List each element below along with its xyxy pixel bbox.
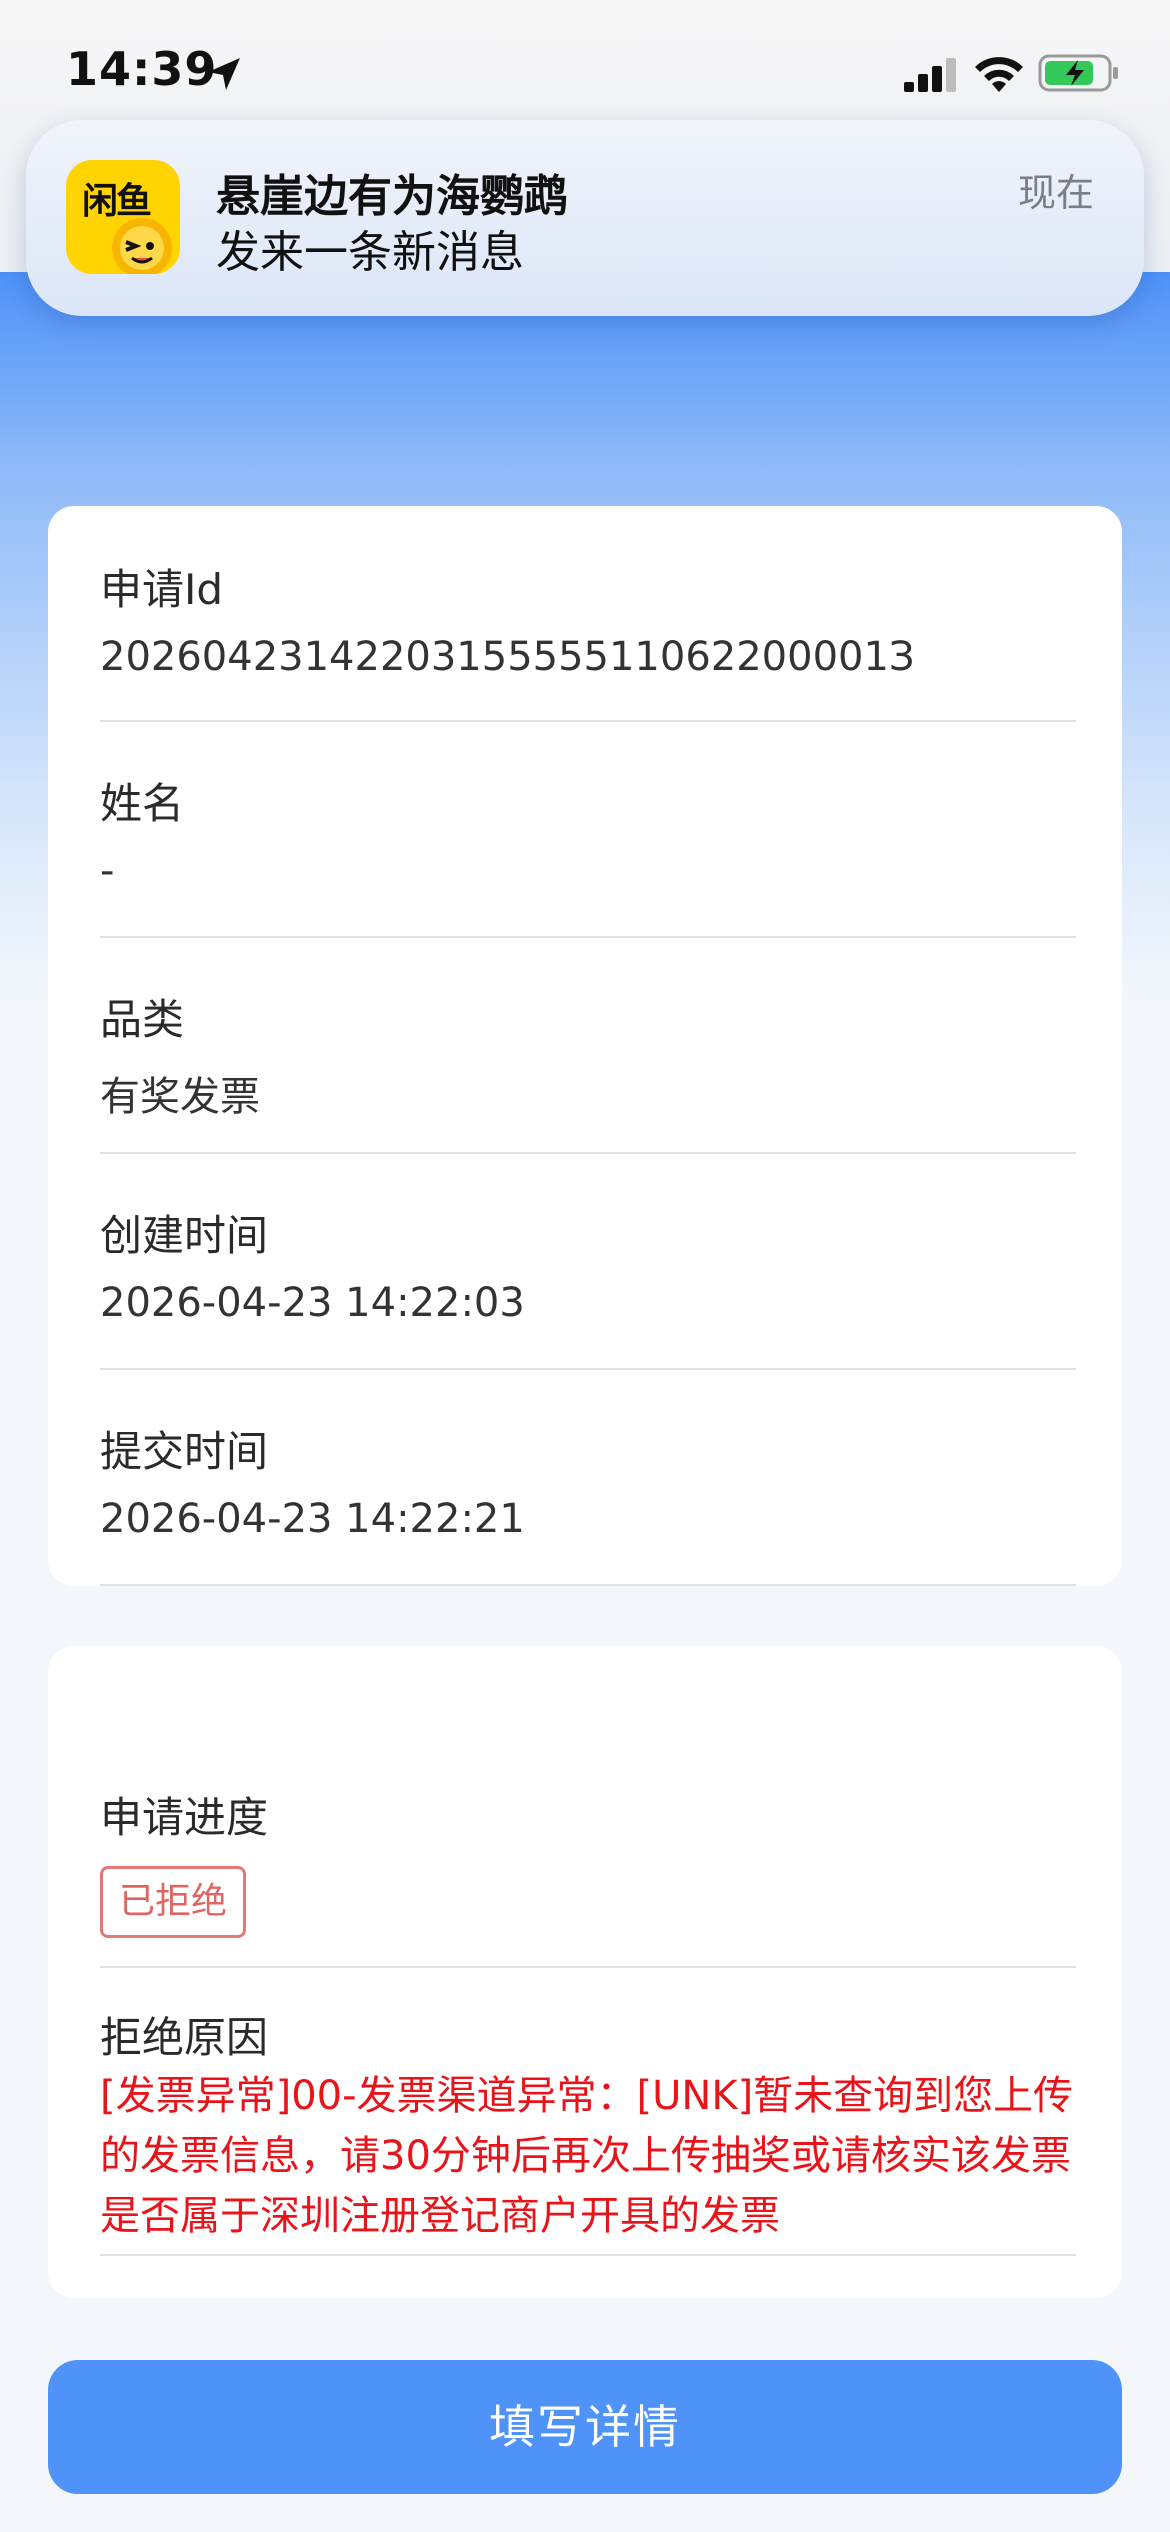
progress-label: 申请进度 [100,1793,269,1842]
fill-details-button[interactable]: 填写详情 [48,2360,1122,2494]
status-badge-rejected: 已拒绝 [100,1866,247,1938]
field-value: 2026-04-23 14:22:21 [100,1496,525,1542]
location-arrow-icon [208,58,240,90]
cellular-signal-icon [904,58,956,92]
field-progress: 申请进度 已拒绝 [100,1698,1076,1968]
field-name: 姓名 - [100,722,1076,938]
battery-charging-icon [1038,54,1118,92]
field-label: 品类 [100,995,185,1044]
field-value: 有奖发票 [100,1074,260,1120]
field-value: 2026042314220315555511062200001З [100,634,915,680]
notification-title: 悬崖边有为海鹦鹉 [216,171,568,222]
field-value: - [100,848,115,894]
field-label: 姓名 [100,779,185,828]
reject-reason-label: 拒绝原因 [100,2013,269,2062]
field-label: 申请Id [100,565,224,614]
notification-time: 现在 [1017,171,1094,215]
notification-banner[interactable]: 闲鱼 悬崖边有为海鹦鹉 发来一条新消息 现在 [26,120,1144,316]
reject-reason-text: [发票异常]00-发票渠道异常：[UNK]暂未查询到您上传的发票信息，请30分钟… [100,2073,1074,2239]
field-reject-reason: 拒绝原因 [发票异常]00-发票渠道异常：[UNK]暂未查询到您上传的发票信息，… [100,1968,1076,2256]
xianyu-app-icon: 闲鱼 [66,160,180,274]
field-application-id: 申请Id 2026042314220315555511062200001З [100,506,1076,722]
application-info-card: 申请Id 2026042314220315555511062200001З 姓名… [48,506,1122,1586]
notification-body: 发来一条新消息 [216,227,524,278]
status-bar: 14:39 [0,0,1170,120]
field-submitted-time: 提交时间 2026-04-23 14:22:21 [100,1370,1076,1586]
field-value: 2026-04-23 14:22:03 [100,1280,525,1326]
field-label: 提交时间 [100,1427,269,1476]
field-created-time: 创建时间 2026-04-23 14:22:03 [100,1154,1076,1370]
field-category: 品类 有奖发票 [100,938,1076,1154]
field-label: 创建时间 [100,1211,269,1260]
mascot-face-icon [112,218,172,274]
application-progress-card: 申请进度 已拒绝 拒绝原因 [发票异常]00-发票渠道异常：[UNK]暂未查询到… [48,1646,1122,2298]
wifi-icon [975,57,1023,92]
status-time: 14:39 [66,42,218,96]
